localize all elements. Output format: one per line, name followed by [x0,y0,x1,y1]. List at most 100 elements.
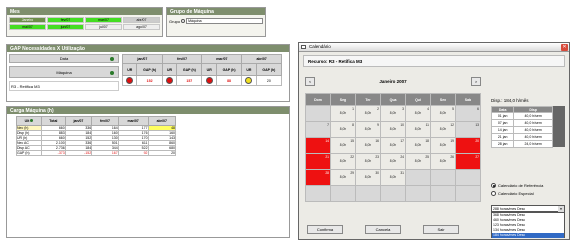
disp-value: 40,0 h/sem [513,119,553,127]
calendar-day[interactable]: 27 [455,153,481,170]
ur-header: UR [161,63,178,76]
filter-icon[interactable] [110,71,114,75]
calendar-day[interactable] [430,169,456,186]
select-option[interactable]: 184 horas/mes Desc [492,233,564,238]
gap-row-label: R3 - Retifica M3 [9,81,119,91]
mes-cell[interactable]: abr/07 [123,17,160,23]
next-month-button[interactable]: > [471,77,481,86]
calendar-day-number: 28 [325,171,329,175]
gap-value: 20 [255,75,283,86]
disp-label: Disp.: 184,0 h/mês [491,98,529,103]
mes-cell[interactable]: mai/07 [9,24,46,30]
radio-referencia[interactable] [491,183,496,188]
calendar-day-hours: 8,0h [364,143,372,147]
calendar-day[interactable]: 17 8,0h [380,137,406,154]
calendar-day-number: 21 [325,155,329,159]
calendar-day[interactable]: 30 8,0h [355,169,381,186]
grupo-maquina-panel: Grupo de Máquina Grupo Máquina [166,7,266,37]
calendar-day[interactable] [355,185,381,202]
filter-icon[interactable] [110,57,114,61]
calendar-day[interactable]: 26 8,0h [430,153,456,170]
calendar-day[interactable]: 31 8,0h [380,169,406,186]
calendar-day-number: 20 [475,139,479,143]
calendar-day[interactable]: 14 [305,137,331,154]
calendar-day[interactable]: 16 8,0h [355,137,381,154]
calendar-day-number: 6 [477,107,479,111]
confirm-button[interactable]: Confirma [307,225,343,234]
calendar-day[interactable]: 20 [455,137,481,154]
calendar-day[interactable] [330,185,356,202]
mes-cell[interactable]: mar/07 [85,17,122,23]
calendar-day[interactable]: 7 [305,121,331,138]
mes-cell[interactable]: jul/07 [85,24,122,30]
gap-panel: GAP Necessidades X Utilização Data Máqui… [6,44,290,102]
gap-header: GAP (h) [136,63,163,76]
dialog-titlebar: Calendário ✕ [299,43,569,52]
close-icon[interactable]: ✕ [561,44,568,51]
calendar-day[interactable]: 28 [305,169,331,186]
gap-header: GAP (h) [255,63,283,76]
calendar-day[interactable]: 22 8,0h [330,153,356,170]
calendar-day[interactable]: 3 8,0h [380,105,406,122]
calendar-day[interactable]: 23 8,0h [355,153,381,170]
calendar-day[interactable]: 4 8,0h [405,105,431,122]
grupo-maquina-title: Grupo de Máquina [167,8,265,15]
calendar-day[interactable]: 29 8,0h [330,169,356,186]
calendar-day-number: 13 [475,123,479,127]
radio-especial[interactable] [491,191,496,196]
calendar-day-hours: 8,0h [389,111,397,115]
calendar-day[interactable] [405,169,431,186]
filter-header[interactable]: Ult [16,116,42,126]
calendar-body: 1 8,0h 2 8,0h 3 8,0h 4 8,0h 5 8,0h 6 7 8 8,0h 9 8,0h 10 8… [305,105,481,202]
calendar-type-group: Calendário de Referência Calendário Espe… [491,183,565,196]
mes-cell[interactable]: Janeiro [9,17,46,23]
calendar-day[interactable]: 13 [455,121,481,138]
calendar-window-icon [301,45,306,49]
calendar-day[interactable]: 1 8,0h [330,105,356,122]
calendar-day[interactable]: 11 8,0h [405,121,431,138]
calendar-day[interactable]: 19 8,0h [430,137,456,154]
calendar-day[interactable]: 25 8,0h [405,153,431,170]
calendar-day[interactable]: 15 8,0h [330,137,356,154]
radio-referencia-label: Calendário de Referência [498,183,544,188]
status-dot [121,75,138,86]
calendar-day[interactable] [405,185,431,202]
calendar-day[interactable]: 6 [455,105,481,122]
calendar-select[interactable]: 288 horas/mes Desc ▼ [491,205,565,212]
mes-cell[interactable]: fev/07 [47,17,84,23]
calendar-day[interactable] [305,105,331,122]
calendar-day[interactable]: 12 8,0h [430,121,456,138]
calendar-day-hours: 8,0h [389,143,397,147]
maquina-radio[interactable] [181,19,186,23]
calendar-day[interactable]: 24 8,0h [380,153,406,170]
maquina-field[interactable]: Máquina [186,18,263,24]
calendar-select-list: 368 horas/mes Desc 460 horas/mes Desc 12… [491,212,565,238]
mes-cell[interactable]: jun/07 [47,24,84,30]
cancel-button[interactable]: Cancela [365,225,401,234]
calendar-day[interactable]: 10 8,0h [380,121,406,138]
calendar-day[interactable] [430,185,456,202]
ur-header: UR [121,63,138,76]
exit-button[interactable]: Sair [423,225,459,234]
mes-cell[interactable]: ago/07 [123,24,160,30]
calendar-day[interactable]: 9 8,0h [355,121,381,138]
calendar-day[interactable]: 18 8,0h [405,137,431,154]
disp-value: 40,0 h/sem [513,126,553,134]
calendar-day[interactable] [455,169,481,186]
month-label: Janeiro 2007 [379,79,407,84]
mes-title: Mes [7,8,162,15]
prev-month-button[interactable]: < [305,77,315,86]
radio-especial-label: Calendário Especial [498,191,534,196]
calendar-day[interactable] [305,185,331,202]
calendar-day[interactable] [380,185,406,202]
calendar-day[interactable]: 8 8,0h [330,121,356,138]
calendar-day-number: 7 [327,123,329,127]
weekday-header: Seg [330,93,356,106]
weekday-header: Qui [405,93,431,106]
calendar-day[interactable]: 5 8,0h [430,105,456,122]
calendar-day-hours: 8,0h [339,127,347,131]
disp-date: 28 jan [490,140,515,148]
calendar-day[interactable]: 2 8,0h [355,105,381,122]
calendar-day[interactable]: 21 [305,153,331,170]
calendar-day[interactable] [455,185,481,202]
